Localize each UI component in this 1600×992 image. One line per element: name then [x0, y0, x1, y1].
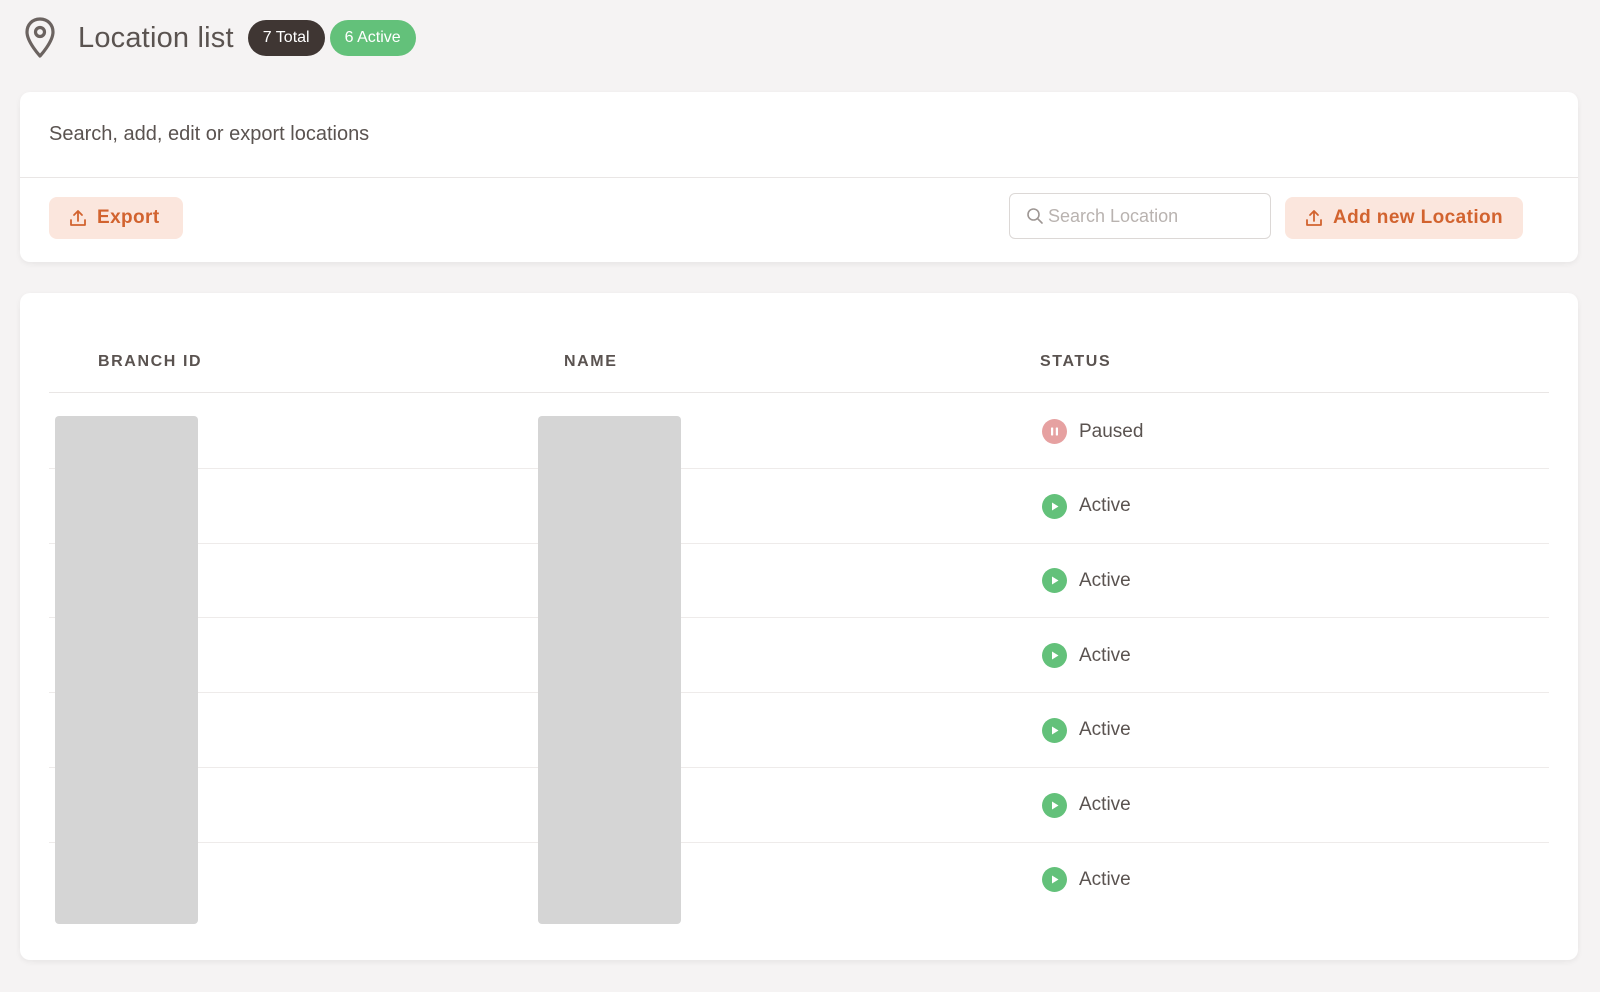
location-pin-icon [22, 16, 58, 60]
table-row[interactable]: Active [49, 543, 1549, 619]
toolbar-card: Search, add, edit or export locations Ex… [20, 92, 1578, 262]
status-cell: Active [1042, 693, 1131, 768]
table-row[interactable]: Paused [49, 394, 1549, 469]
status-label: Paused [1079, 420, 1144, 442]
upload-icon [1305, 209, 1323, 227]
export-button[interactable]: Export [49, 197, 183, 239]
play-icon [1042, 643, 1067, 669]
column-header-status[interactable]: STATUS [1040, 353, 1111, 371]
status-label: Active [1079, 719, 1131, 741]
status-cell: Active [1042, 543, 1131, 618]
search-field[interactable] [1009, 193, 1271, 239]
total-count-badge: 7 Total [247, 20, 325, 56]
table-header: BRANCH ID NAME STATUS [49, 341, 1549, 393]
redacted-branch-ids [55, 416, 198, 924]
table-row[interactable]: Active [49, 842, 1549, 917]
play-icon [1042, 867, 1067, 893]
status-label: Active [1079, 495, 1131, 517]
locations-table-card: BRANCH ID NAME STATUS Paused Active Active… [20, 293, 1578, 960]
play-icon [1042, 568, 1067, 594]
status-cell: Active [1042, 618, 1131, 693]
status-label: Active [1079, 569, 1131, 591]
play-icon [1042, 717, 1067, 743]
table-row[interactable]: Active [49, 768, 1549, 843]
table-row[interactable]: Active [49, 469, 1549, 544]
status-cell: Active [1042, 842, 1131, 917]
column-header-name[interactable]: NAME [564, 353, 618, 371]
play-icon [1042, 493, 1067, 519]
redacted-names [538, 416, 681, 924]
search-icon [1026, 207, 1044, 225]
status-cell: Paused [1042, 394, 1143, 469]
add-location-button-label: Add new Location [1333, 207, 1504, 228]
play-icon [1042, 792, 1067, 818]
active-count-badge: 6 Active [329, 20, 416, 56]
toolbar-subtitle: Search, add, edit or export locations [20, 92, 1578, 178]
status-cell: Active [1042, 768, 1131, 843]
status-label: Active [1079, 868, 1131, 890]
column-header-branch-id[interactable]: BRANCH ID [98, 353, 202, 371]
table-row[interactable]: Active [49, 618, 1549, 694]
page-title: Location list [78, 21, 234, 54]
status-cell: Active [1042, 469, 1131, 544]
status-label: Active [1079, 794, 1131, 815]
add-location-button[interactable]: Add new Location [1285, 197, 1523, 239]
search-input[interactable] [1048, 205, 1258, 227]
page-header: Location list 7 Total 6 Active [22, 16, 421, 60]
status-label: Active [1079, 644, 1131, 666]
pause-icon [1042, 419, 1067, 444]
export-button-label: Export [97, 207, 160, 228]
table-row[interactable]: Active [49, 693, 1549, 768]
upload-icon [69, 209, 87, 227]
